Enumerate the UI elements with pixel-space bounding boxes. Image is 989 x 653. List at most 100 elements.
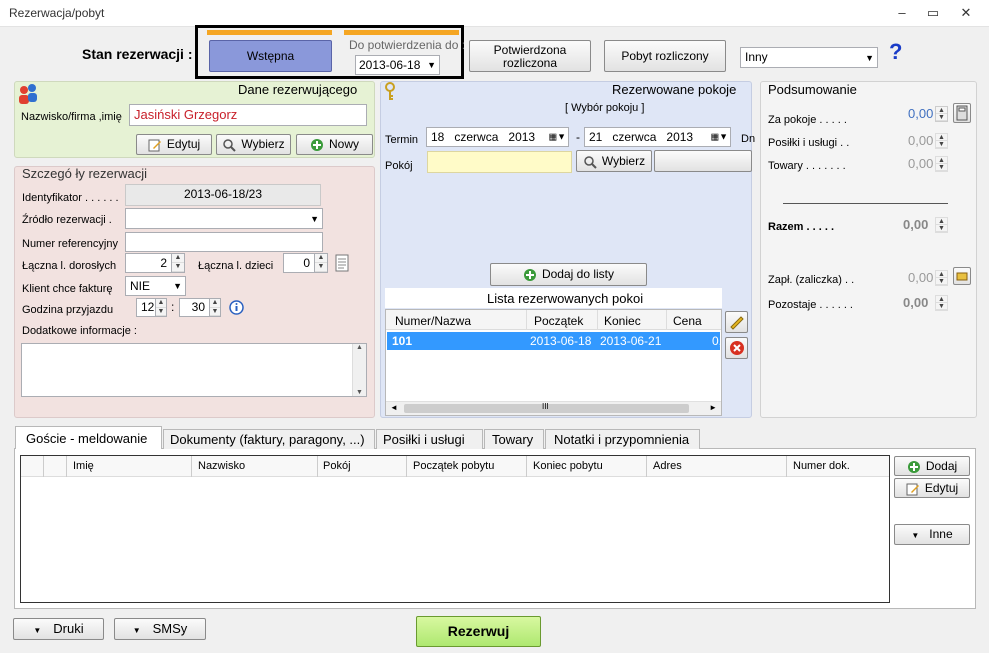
status-accent-bar: [207, 30, 332, 35]
goods-cost-spinner[interactable]: ▲ ▼: [935, 156, 948, 172]
minimize-icon[interactable]: –: [887, 2, 917, 24]
close-icon[interactable]: ✕: [951, 2, 981, 24]
search-icon: [223, 139, 237, 152]
add-to-list-button[interactable]: Dodaj do listy: [490, 263, 647, 286]
total-spinner[interactable]: ▲ ▼: [935, 217, 948, 233]
add-icon: [907, 460, 920, 473]
room-extra-button[interactable]: [654, 150, 752, 172]
search-icon: [584, 156, 597, 169]
summary-title: Podsumowanie: [768, 82, 857, 97]
summary-divider: [783, 203, 948, 204]
row-number: 101: [392, 334, 413, 348]
confirm-until-label: Do potwierdzenia do :: [349, 38, 466, 52]
edit-guest-row-button[interactable]: Edytuj: [894, 478, 970, 498]
tab-meals-label: Posiłki i usługi: [383, 432, 465, 447]
edit-guest-button[interactable]: Edytuj: [136, 134, 212, 155]
edit-room-button[interactable]: [725, 311, 748, 333]
col-address: Adres: [653, 460, 682, 472]
meals-cost-label: Posiłki i usługi . .: [768, 137, 850, 149]
advance-payment-button[interactable]: [953, 267, 971, 285]
add-icon: [523, 268, 536, 281]
col-document: Numer dok.: [793, 460, 850, 472]
meals-cost-spinner[interactable]: ▲ ▼: [935, 133, 948, 149]
chevron-down-icon: ▼: [33, 626, 42, 635]
guests-table-header: Imię Nazwisko Pokój Początek pobytu Koni…: [21, 456, 889, 477]
add-guest-button[interactable]: Dodaj: [894, 456, 970, 476]
rooms-cost-value: 0,00: [908, 106, 934, 121]
remaining-spinner[interactable]: ▲ ▼: [935, 295, 948, 311]
id-label: Identyfikator . . . . . .: [22, 192, 119, 204]
arrival-minute-spinner[interactable]: 30 ▲ ▼: [179, 298, 221, 317]
rooms-list-header: Numer/Nazwa Początek Koniec Cena: [386, 310, 721, 330]
guest-panel-title: Dane rezerwującego: [238, 82, 358, 97]
summary-panel: [760, 81, 977, 418]
arrival-label: Godzina przyjazdu: [22, 304, 114, 316]
other-status-select[interactable]: Inny ▼: [740, 47, 878, 68]
stay-settled-button[interactable]: Pobyt rozliczony: [604, 40, 726, 72]
term-dash: -: [576, 130, 580, 144]
tab-goods[interactable]: Towary: [484, 429, 544, 449]
source-select[interactable]: ▼: [125, 208, 323, 229]
list-icon[interactable]: [335, 254, 349, 272]
col-room: Pokój: [323, 460, 351, 472]
other-actions-button[interactable]: ▼ Inne: [894, 524, 970, 545]
rooms-list[interactable]: Numer/Nazwa Początek Koniec Cena 101 201…: [385, 309, 722, 416]
tab-meals[interactable]: Posiłki i usługi: [376, 429, 483, 449]
adults-label: Łączna l. dorosłych: [22, 260, 117, 272]
confirmed-settled-button[interactable]: Potwierdzona rozliczona: [469, 40, 591, 72]
sms-button[interactable]: ▼ SMSy: [114, 618, 206, 640]
new-guest-button[interactable]: Nowy: [296, 134, 373, 155]
calculator-button[interactable]: [953, 103, 971, 123]
paid-value: 0,00: [908, 270, 934, 285]
rooms-list-hscrollbar[interactable]: ◄ III ►: [386, 401, 721, 415]
reserve-button[interactable]: Rezerwuj: [416, 616, 541, 647]
pencil-icon: [729, 316, 744, 330]
delete-icon: [729, 341, 744, 355]
room-label: Pokój: [385, 160, 413, 172]
room-field[interactable]: [427, 151, 572, 173]
tab-documents-label: Dokumenty (faktury, paragony, ...): [170, 432, 365, 447]
status-initial-button[interactable]: Wstępna: [209, 40, 332, 72]
goods-cost-value: 0,00: [908, 156, 934, 171]
guest-name-field[interactable]: Jasiński Grzegorz: [129, 104, 367, 126]
paid-spinner[interactable]: ▲ ▼: [935, 270, 948, 286]
term-label: Termin: [385, 134, 419, 146]
edit-icon: [148, 139, 161, 152]
table-row[interactable]: 101 2013-06-18 2013-06-21 0,: [387, 332, 722, 350]
term-to-date[interactable]: 21 czerwca 2013 ▦▼: [584, 127, 731, 147]
info-icon[interactable]: [229, 300, 244, 315]
col-number: Numer/Nazwa: [395, 314, 472, 328]
confirm-until-date[interactable]: 2013-06-18 ▼: [355, 55, 440, 75]
tab-notes[interactable]: Notatki i przypomnienia: [545, 429, 700, 449]
delete-room-button[interactable]: [725, 337, 748, 359]
notes-label: Dodatkowe informacje :: [22, 325, 137, 337]
adults-spinner[interactable]: 2 ▲ ▼: [125, 253, 185, 273]
tab-guests[interactable]: Goście - meldowanie: [15, 426, 162, 449]
notes-field[interactable]: ▲ ▼: [21, 343, 367, 397]
maximize-icon[interactable]: ▭: [918, 2, 948, 24]
days-label: Dn: [741, 133, 756, 145]
col-end: Koniec: [604, 314, 641, 328]
col-first-name: Imię: [73, 460, 94, 472]
term-from-date[interactable]: 18 czerwca 2013 ▦▼: [426, 127, 569, 147]
arrival-separator: :: [171, 300, 175, 314]
children-spinner[interactable]: 0 ▲ ▼: [283, 253, 328, 273]
prints-button[interactable]: ▼ Druki: [13, 618, 104, 640]
tab-goods-label: Towary: [492, 432, 534, 447]
choose-room-button[interactable]: Wybierz: [576, 150, 652, 172]
notes-scrollbar[interactable]: ▲ ▼: [352, 344, 366, 396]
add-icon: [310, 138, 323, 151]
rooms-cost-spinner[interactable]: ▲ ▼: [935, 106, 948, 122]
col-last-name: Nazwisko: [198, 460, 246, 472]
ref-field[interactable]: [125, 232, 323, 252]
arrival-hour-spinner[interactable]: 12 ▲ ▼: [136, 298, 167, 317]
invoice-select[interactable]: NIE ▼: [125, 276, 186, 296]
status-label: Stan rezerwacji :: [82, 46, 193, 62]
tab-documents[interactable]: Dokumenty (faktury, paragony, ...): [163, 429, 375, 449]
row-end: 2013-06-21: [600, 334, 662, 348]
choose-guest-button[interactable]: Wybierz: [216, 134, 291, 155]
help-icon[interactable]: ?: [889, 39, 902, 65]
ref-label: Numer referencyjny: [22, 238, 118, 250]
guests-table[interactable]: Imię Nazwisko Pokój Początek pobytu Koni…: [20, 455, 890, 603]
children-label: Łączna l. dzieci: [198, 260, 274, 272]
